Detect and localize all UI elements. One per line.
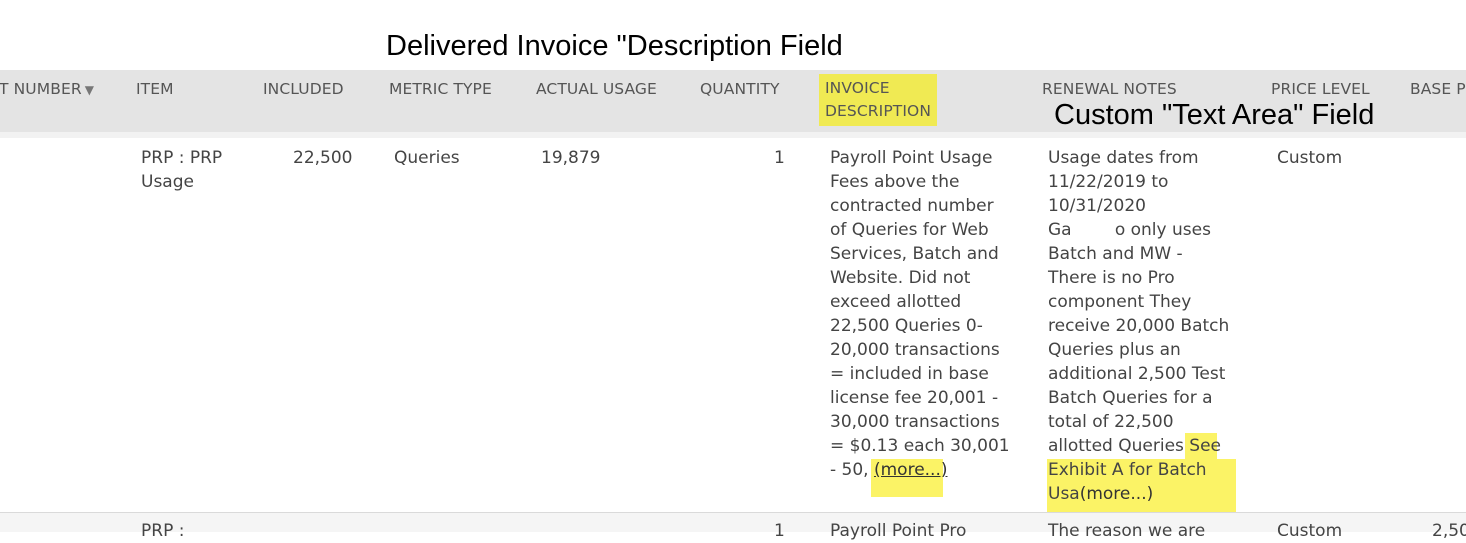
column-header-invoice-description-line2: DESCRIPTION (825, 102, 932, 120)
row2-quantity: 1 (774, 521, 785, 541)
column-header-number-label: T NUMBER (0, 80, 82, 98)
column-header-base-price[interactable]: BASE PR (1410, 80, 1466, 98)
annotation-delivered-invoice: Delivered Invoice "Description Field (386, 30, 843, 62)
column-header-metric-type[interactable]: METRIC TYPE (389, 80, 492, 98)
column-header-number[interactable]: T NUMBER ▼ (0, 80, 94, 98)
row2-renewal-notes: The reason we are (1048, 521, 1206, 541)
column-header-included[interactable]: INCLUDED (263, 80, 344, 98)
column-header-quantity[interactable]: QUANTITY (700, 80, 780, 98)
row1-invoice-description: Payroll Point Usage Fees above the contr… (830, 146, 1010, 482)
row2-price-level: Custom (1277, 521, 1343, 541)
column-header-invoice-description-line1: INVOICE (825, 79, 890, 97)
column-header-renewal-notes[interactable]: RENEWAL NOTES (1042, 80, 1177, 98)
row1-item: PRP : PRP Usage (141, 148, 223, 192)
column-header-item[interactable]: ITEM (136, 80, 174, 98)
row2-base-price: 2,50 (1432, 521, 1466, 541)
column-header-price-level[interactable]: PRICE LEVEL (1271, 80, 1370, 98)
row1-price-level: Custom (1277, 148, 1343, 168)
invoice-description-more-link[interactable]: (more...) (874, 460, 948, 480)
row1-renewal-notes-text: Usage dates from 11/22/2019 to 10/31/202… (1048, 148, 1230, 456)
column-header-actual-usage[interactable]: ACTUAL USAGE (536, 80, 657, 98)
row1-included: 22,500 (293, 148, 353, 168)
table-row: PRP : 1 Payroll Point Pro The reason we … (0, 513, 1466, 541)
row1-metric-type: Queries (394, 148, 460, 168)
row1-quantity: 1 (774, 148, 785, 168)
row1-renewal-see: See (1189, 436, 1222, 456)
row1-renewal-notes: Usage dates from 11/22/2019 to 10/31/202… (1048, 146, 1229, 506)
renewal-notes-more-link[interactable]: (more...) (1080, 484, 1154, 504)
column-header-invoice-description[interactable]: INVOICE DESCRIPTION (819, 74, 938, 126)
row1-invoice-description-text: Payroll Point Usage Fees above the contr… (830, 148, 1010, 480)
annotation-custom-text-area: Custom "Text Area" Field (1054, 99, 1375, 131)
row2-item: PRP : (141, 521, 185, 541)
sort-down-icon[interactable]: ▼ (85, 83, 94, 97)
row2-invoice-description: Payroll Point Pro (830, 521, 967, 541)
row1-actual-usage: 19,879 (541, 148, 601, 168)
